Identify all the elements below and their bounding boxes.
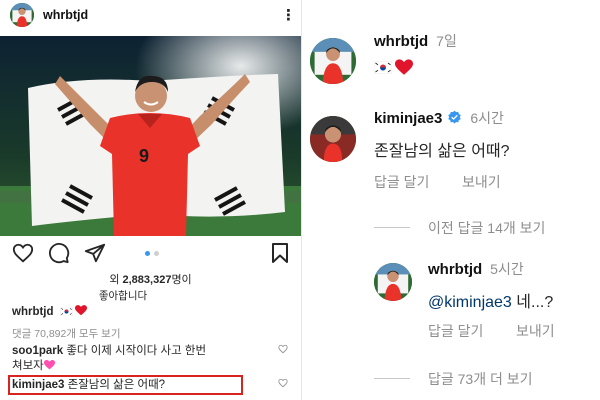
thread-connector-line bbox=[374, 378, 410, 379]
heart-icon[interactable] bbox=[12, 242, 34, 264]
thread-connector-line bbox=[374, 227, 410, 228]
liked-by-number: 2,883,327 bbox=[122, 274, 172, 286]
reply2-username[interactable]: whrbtjd bbox=[428, 261, 482, 278]
carousel-dots bbox=[145, 251, 159, 256]
verified-badge-icon bbox=[448, 110, 462, 124]
reply1-send-button[interactable]: 보내기 bbox=[462, 172, 501, 192]
share-icon[interactable] bbox=[84, 242, 106, 264]
post-avatar[interactable] bbox=[10, 3, 34, 27]
reply2-send-button[interactable]: 보내기 bbox=[516, 321, 555, 341]
likes-label: 좋아합니다 bbox=[98, 290, 148, 302]
reply2-time: 5시간 bbox=[490, 261, 524, 277]
thread-top-text bbox=[374, 59, 413, 78]
red-heart-emoji bbox=[75, 305, 87, 316]
reply1-username[interactable]: kiminjae3 bbox=[374, 110, 442, 127]
post-panel: whrbtjd ⋮ 9 외 2,883,327명이 좋아합니다 whrbtjd … bbox=[0, 0, 301, 400]
reply1-reply-button[interactable]: 답글 달기 bbox=[374, 172, 429, 192]
reply2-body: 네...? bbox=[511, 294, 554, 311]
liked-by-count[interactable]: 외 2,883,327명이 bbox=[0, 271, 301, 287]
thread-avatar[interactable] bbox=[310, 38, 356, 84]
svg-text:9: 9 bbox=[139, 146, 149, 166]
reply2-avatar[interactable] bbox=[374, 263, 412, 301]
comment-text-continued: 쳐보자 bbox=[12, 360, 44, 372]
reply-avatar[interactable] bbox=[310, 116, 356, 162]
reply2-reply-button[interactable]: 답글 달기 bbox=[428, 321, 483, 341]
view-all-comments-link[interactable]: 댓글 70,892개 모두 보기 bbox=[12, 326, 121, 341]
player-with-flag-photo: 9 bbox=[0, 36, 301, 236]
comment-item-highlighted: kiminjae3 존잘남의 삶은 어때? bbox=[8, 375, 292, 395]
comment-username[interactable]: soo1park bbox=[12, 345, 63, 357]
comment-like-heart-icon[interactable] bbox=[278, 378, 288, 388]
reply1-header: kiminjae3 6시간 bbox=[374, 108, 504, 128]
reply1-text: 존잘남의 삶은 어때? bbox=[374, 143, 510, 160]
caption-username[interactable]: whrbtjd bbox=[12, 306, 54, 318]
reply2-text: @kiminjae3 네...? bbox=[428, 288, 553, 312]
post-actions-bar bbox=[12, 242, 290, 264]
view-previous-replies-link[interactable]: 이전 답글 14개 보기 bbox=[428, 218, 545, 238]
reply2-mention-link[interactable]: @kiminjae3 bbox=[428, 294, 512, 311]
post-header: whrbtjd ⋮ bbox=[10, 0, 296, 30]
post-username[interactable]: whrbtjd bbox=[43, 8, 88, 22]
post-photo[interactable]: 9 bbox=[0, 36, 301, 236]
reply2-header: whrbtjd 5시간 bbox=[428, 259, 524, 279]
thread-top-header: whrbtjd 7일 bbox=[374, 31, 457, 51]
carousel-dot bbox=[154, 251, 159, 256]
reply1-time: 6시간 bbox=[470, 110, 504, 126]
carousel-dot bbox=[145, 251, 150, 256]
korean-flag-emoji bbox=[374, 61, 392, 74]
liked-by-suffix: 명이 bbox=[171, 274, 192, 286]
comment-thread-panel: whrbtjd 7일 kiminjae3 6시간 존잘남의 삶은 어때? 답글 달기… bbox=[302, 0, 600, 400]
comment-item: soo1park 좋다 이제 시작이다 사고 한번 쳐보자 bbox=[12, 344, 292, 374]
bookmark-icon[interactable] bbox=[270, 242, 290, 264]
korean-flag-emoji bbox=[60, 307, 73, 316]
thread-top-username[interactable]: whrbtjd bbox=[374, 33, 428, 50]
comment-like-heart-icon[interactable] bbox=[278, 344, 288, 354]
more-options-icon[interactable]: ⋮ bbox=[281, 8, 296, 23]
pink-heart-emoji bbox=[43, 360, 55, 370]
highlight-box bbox=[8, 375, 243, 395]
thread-top-time: 7일 bbox=[436, 33, 457, 49]
view-more-replies-link[interactable]: 답글 73개 더 보기 bbox=[428, 369, 533, 389]
liked-by-prefix: 외 bbox=[109, 274, 123, 286]
red-heart-emoji bbox=[395, 59, 413, 76]
post-caption: whrbtjd bbox=[12, 305, 87, 318]
comment-icon[interactable] bbox=[48, 242, 70, 264]
comment-text: 좋다 이제 시작이다 사고 한번 bbox=[63, 345, 207, 357]
